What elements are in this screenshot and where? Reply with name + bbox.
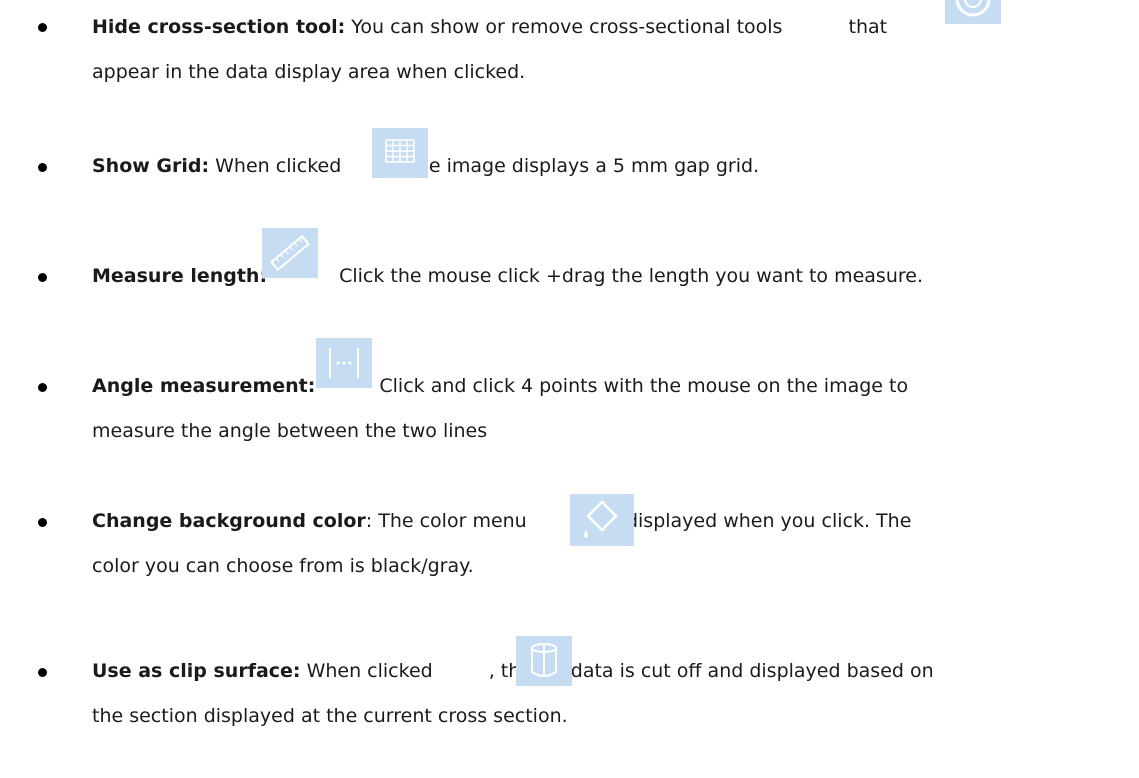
item-label: Use as clip surface: [92,660,301,682]
item-text-line2: measure the angle between the two lines [92,420,488,442]
bullet [38,23,47,32]
item-text: When clicked [300,660,433,682]
paint-bucket-icon [570,494,634,546]
item-line: Change background color: The color menu i… [92,509,911,533]
item-label: Show Grid: [92,155,210,177]
ruler-icon [262,228,318,278]
item-text: When clicked [209,155,342,177]
item-text-line2: color you can choose from is black/gray. [92,555,474,577]
bullet [38,163,47,172]
item-line: Measure length: Click the mouse click +d… [92,264,923,288]
item-text-line2: the section displayed at the current cro… [92,705,568,727]
bullet [38,273,47,282]
item-line: Use as clip surface: When clicked, the 3… [92,659,934,683]
angle-measure-icon [316,338,372,388]
item-text: You can show or remove cross-sectional t… [345,16,789,38]
item-text: is displayed when you click. The [604,510,912,532]
bullet [38,383,47,392]
item-text: Click and click 4 points with the mouse … [379,375,909,397]
item-line: Hide cross-section tool: You can show or… [92,15,887,39]
item-text-line2: appear in the data display area when cli… [92,61,526,83]
item-label: Angle measurement: [92,375,316,397]
item-text: Click the mouse click +drag the length y… [339,265,923,287]
bullet [38,518,47,527]
grid-icon [372,128,428,178]
item-label: Measure length: [92,265,268,287]
clip-surface-icon [516,636,572,686]
bullet [38,668,47,677]
item-text: , the image displays a 5 mm gap grid. [397,155,760,177]
item-label: Change background color [92,510,366,532]
item-line: Angle measurement: Click and click 4 poi… [92,374,908,398]
cross-section-icon [945,0,1001,24]
item-text: that [848,16,888,38]
item-label: Hide cross-section tool: [92,16,346,38]
item-text: : The color menu [365,510,527,532]
